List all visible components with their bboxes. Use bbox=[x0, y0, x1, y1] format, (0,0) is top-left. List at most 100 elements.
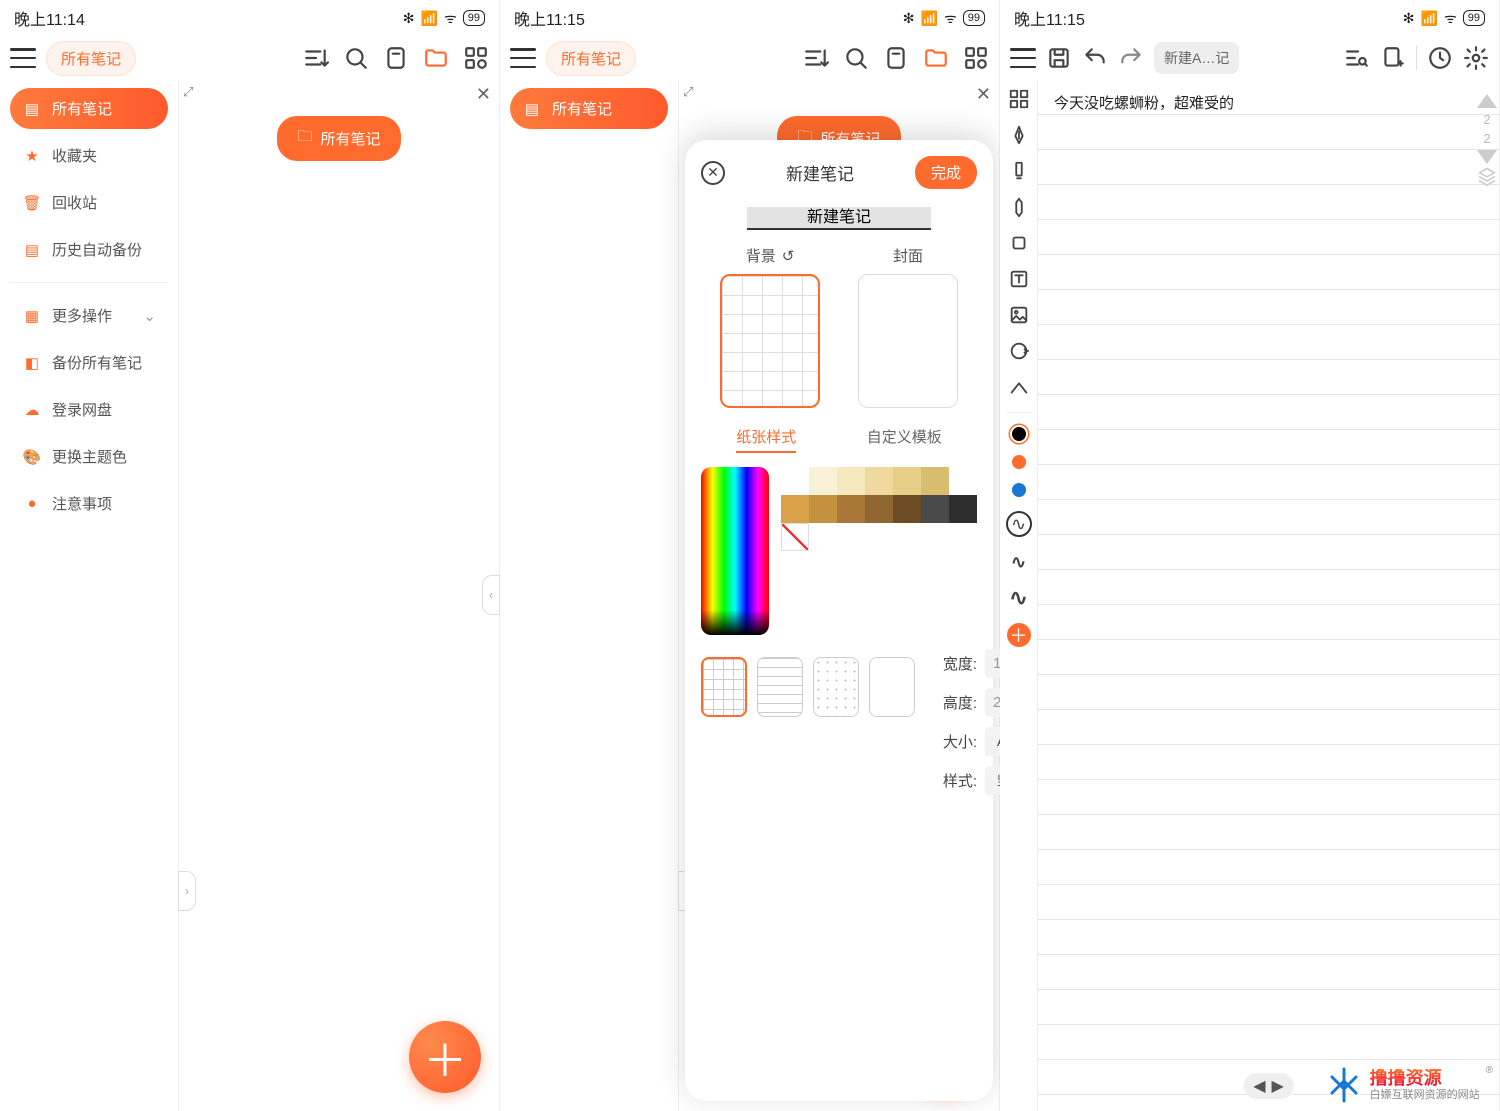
menu-button[interactable] bbox=[10, 48, 36, 68]
page-next-icon[interactable]: ▶ bbox=[1272, 1076, 1284, 1096]
page-num-top: 2 bbox=[1483, 112, 1490, 127]
no-color-swatch[interactable] bbox=[781, 523, 809, 551]
note-title-crumb[interactable]: 新建A…记 bbox=[1154, 42, 1239, 74]
tool-eraser[interactable] bbox=[1008, 232, 1030, 254]
sidebar-item-backup-history[interactable]: ▤历史自动备份 bbox=[10, 229, 168, 270]
color-swatch[interactable] bbox=[921, 495, 949, 523]
save-icon[interactable] bbox=[1046, 45, 1072, 71]
undo-icon[interactable] bbox=[1082, 45, 1108, 71]
redo-icon[interactable] bbox=[1118, 45, 1144, 71]
battery-indicator: 99 bbox=[963, 10, 985, 26]
sidebar-item-more[interactable]: ▦更多操作⌄ bbox=[10, 295, 168, 336]
collapse-icon[interactable]: ⤢ bbox=[183, 84, 193, 100]
close-icon[interactable]: ✕ bbox=[976, 84, 991, 105]
stroke-thin[interactable]: ∿ bbox=[1006, 511, 1032, 537]
folder-icon[interactable] bbox=[923, 45, 949, 71]
tool-line[interactable] bbox=[1008, 376, 1030, 398]
pattern-grid[interactable] bbox=[701, 657, 747, 717]
note-icon[interactable] bbox=[383, 45, 409, 71]
pattern-blank[interactable] bbox=[869, 657, 915, 717]
reset-bg-icon[interactable]: ↺ bbox=[782, 247, 795, 265]
color-black[interactable] bbox=[1012, 427, 1026, 441]
color-swatch[interactable] bbox=[921, 467, 949, 495]
folder-pill[interactable]: 🗀所有笔记 bbox=[277, 116, 400, 161]
sidebar-item-all-notes[interactable]: ▤所有笔记 bbox=[10, 88, 168, 129]
tab-custom-template[interactable]: 自定义模板 bbox=[867, 426, 942, 453]
color-picker[interactable] bbox=[701, 467, 769, 635]
color-swatch[interactable] bbox=[837, 467, 865, 495]
height-label: 高度: bbox=[929, 692, 977, 713]
settings-icon[interactable] bbox=[1463, 45, 1489, 71]
page-nav[interactable]: ◀▶ bbox=[1243, 1073, 1294, 1099]
menu-button[interactable] bbox=[510, 48, 536, 68]
close-icon[interactable]: ✕ bbox=[476, 84, 491, 105]
color-swatch[interactable] bbox=[865, 495, 893, 523]
folder-icon: 🗀 bbox=[297, 126, 312, 151]
tool-image[interactable] bbox=[1008, 304, 1030, 326]
tool-fountain-pen[interactable] bbox=[1008, 124, 1030, 146]
cloud-icon: ☁ bbox=[22, 400, 42, 420]
sort-icon[interactable] bbox=[803, 45, 829, 71]
sidebar-item-favorites[interactable]: ★收藏夹 bbox=[10, 135, 168, 176]
done-button[interactable]: 完成 bbox=[915, 156, 977, 189]
editor-canvas[interactable]: 今天没吃螺蛳粉，超难受的 2 2 ◀▶ 撸撸资源白嫖互联网资源的网站 ® bbox=[1038, 80, 1499, 1111]
current-folder-chip[interactable]: 所有笔记 bbox=[546, 41, 636, 76]
grid-icon[interactable] bbox=[963, 45, 989, 71]
color-swatch[interactable] bbox=[809, 495, 837, 523]
clock-icon[interactable] bbox=[1427, 45, 1453, 71]
collapse-icon[interactable]: ⤢ bbox=[683, 84, 693, 100]
search-icon[interactable] bbox=[843, 45, 869, 71]
sidebar-item-theme[interactable]: 🎨更换主题色 bbox=[10, 436, 168, 477]
page-up-icon[interactable] bbox=[1477, 94, 1497, 108]
color-swatch[interactable] bbox=[949, 467, 977, 495]
status-time: 晚上11:15 bbox=[514, 6, 585, 30]
layers-icon[interactable] bbox=[1477, 168, 1497, 184]
add-note-fab[interactable]: ＋ bbox=[409, 1021, 481, 1093]
drawer-handle-right[interactable]: ‹ bbox=[482, 575, 500, 615]
tool-shape[interactable] bbox=[1008, 340, 1030, 362]
folder-icon[interactable] bbox=[423, 45, 449, 71]
drawer-handle-left[interactable]: › bbox=[178, 871, 196, 911]
sidebar-item-trash[interactable]: 🗑回收站 bbox=[10, 182, 168, 223]
add-tool-button[interactable]: ＋ bbox=[1007, 623, 1031, 647]
tool-text[interactable] bbox=[1008, 268, 1030, 290]
color-swatch[interactable] bbox=[865, 467, 893, 495]
grid-icon[interactable] bbox=[463, 45, 489, 71]
color-orange[interactable] bbox=[1012, 455, 1026, 469]
pattern-dots[interactable] bbox=[813, 657, 859, 717]
page-prev-icon[interactable]: ◀ bbox=[1253, 1076, 1265, 1096]
color-swatch[interactable] bbox=[893, 467, 921, 495]
content-area: ⤢ ✕ 🗀所有笔记 › ＋ ✕ 新建笔记 完成 新建笔记 背景↺ bbox=[678, 80, 999, 1111]
sidebar-item-notice[interactable]: ●注意事项 bbox=[10, 483, 168, 524]
watermark-reg: ® bbox=[1486, 1065, 1493, 1076]
current-folder-chip[interactable]: 所有笔记 bbox=[46, 41, 136, 76]
pattern-lines[interactable] bbox=[757, 657, 803, 717]
background-preview[interactable] bbox=[720, 274, 820, 408]
cover-preview[interactable] bbox=[858, 274, 958, 408]
tool-select[interactable] bbox=[1008, 88, 1030, 110]
search-icon[interactable] bbox=[343, 45, 369, 71]
find-icon[interactable] bbox=[1344, 45, 1370, 71]
stroke-medium[interactable]: ∿ bbox=[1008, 551, 1030, 573]
sheet-close-button[interactable]: ✕ bbox=[701, 161, 725, 185]
sort-icon[interactable] bbox=[303, 45, 329, 71]
stroke-thick[interactable]: ∿ bbox=[1008, 587, 1030, 609]
sidebar-item-backup-all[interactable]: ◧备份所有笔记 bbox=[10, 342, 168, 383]
color-swatch[interactable] bbox=[781, 467, 809, 495]
color-swatch[interactable] bbox=[837, 495, 865, 523]
color-swatch[interactable] bbox=[781, 495, 809, 523]
note-icon[interactable] bbox=[883, 45, 909, 71]
color-swatch[interactable] bbox=[949, 495, 977, 523]
tab-paper-style[interactable]: 纸张样式 bbox=[736, 426, 796, 453]
note-name-input[interactable]: 新建笔记 bbox=[747, 207, 931, 230]
color-blue[interactable] bbox=[1012, 483, 1026, 497]
color-swatch[interactable] bbox=[893, 495, 921, 523]
sidebar-item-all-notes[interactable]: ▤所有笔记 bbox=[510, 88, 668, 129]
color-swatch[interactable] bbox=[809, 467, 837, 495]
tool-marker[interactable] bbox=[1008, 160, 1030, 182]
menu-button[interactable] bbox=[1010, 48, 1036, 68]
page-down-icon[interactable] bbox=[1477, 150, 1497, 164]
sidebar-item-cloud-login[interactable]: ☁登录网盘 bbox=[10, 389, 168, 430]
tool-pencil[interactable] bbox=[1008, 196, 1030, 218]
add-page-icon[interactable] bbox=[1380, 45, 1406, 71]
